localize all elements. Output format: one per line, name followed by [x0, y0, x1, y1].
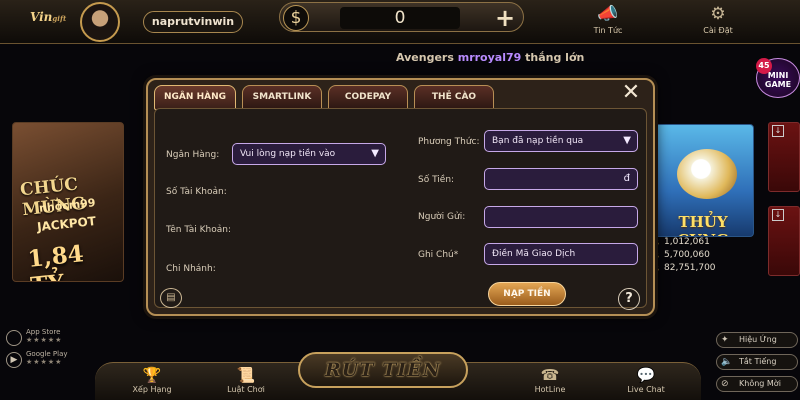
news-button[interactable]: 📣 Tin Tức	[578, 2, 638, 40]
jackpot-banner-tile[interactable]: CHÚC MỪNG nhocm99 JACKPOT 1,84 TỶ	[12, 122, 124, 282]
method-select[interactable]: Bạn đã nạp tiền qua ▼	[484, 130, 638, 152]
hotline-button[interactable]: ☎ HotLine	[515, 365, 585, 394]
add-funds-icon[interactable]: +	[492, 5, 518, 31]
mute-toggle[interactable]: 🔈 Tắt Tiếng	[716, 354, 798, 370]
bank-label: Ngân Hàng:	[166, 150, 220, 160]
download-icon[interactable]: ↓	[772, 125, 784, 137]
sparkle-icon: ✦	[721, 335, 729, 345]
tab-smartlink[interactable]: SMARTLINK	[242, 85, 322, 110]
tab-card[interactable]: THẺ CÀO	[414, 85, 494, 110]
bank-select[interactable]: Vui lòng nạp tiền vào ▼	[232, 143, 386, 165]
account-number-label: Số Tài Khoản:	[166, 187, 227, 197]
rules-icon: 📜	[236, 366, 256, 384]
sender-label: Người Gửi:	[418, 212, 466, 222]
play-icon: ▶	[6, 352, 22, 368]
logo: Vingift	[30, 10, 67, 24]
dollar-icon: $	[283, 5, 309, 31]
game-tile-side[interactable]: ↓	[768, 206, 800, 276]
winner-marquee: Avengers mrroyal79 thắng lớn	[396, 51, 585, 64]
tab-codepay[interactable]: CODEPAY	[328, 85, 408, 110]
trophy-icon: 🏆	[142, 366, 162, 384]
gear-icon: ⚙	[710, 4, 726, 24]
branch-label: Chi Nhánh:	[166, 264, 216, 274]
chevron-down-icon: ▼	[623, 135, 631, 146]
block-icon: ⊘	[721, 379, 729, 389]
mini-game-badge: 45	[756, 58, 772, 74]
amount-label: Số Tiền:	[418, 175, 455, 185]
game-tile-side[interactable]: ↓	[768, 122, 800, 192]
help-icon[interactable]: ?	[618, 288, 640, 310]
jackpot-row: $1,012,061	[654, 237, 710, 247]
note-input[interactable]: Điền Mã Giao Dịch	[484, 243, 638, 265]
no-invite-toggle[interactable]: ⊘ Không Mời	[716, 376, 798, 392]
sender-input[interactable]	[484, 206, 638, 228]
game-tile-thuy-cung[interactable]: THỦY CUNG	[652, 124, 754, 237]
deposit-button[interactable]: NẠP TIỀN	[488, 282, 566, 306]
megaphone-icon: 📣	[597, 4, 619, 24]
jackpot-list: $1,012,061 $5,700,060 $82,751,700	[652, 237, 754, 277]
note-label: Ghi Chú*	[418, 250, 459, 260]
history-icon[interactable]: ▤	[160, 288, 182, 308]
jackpot-row: $82,751,700	[654, 263, 716, 273]
fish-icon	[677, 149, 737, 199]
settings-button[interactable]: ⚙ Cài Đặt	[688, 2, 748, 40]
livechat-button[interactable]: 💬 Live Chat	[611, 365, 681, 394]
rules-button[interactable]: 📜 Luật Chơi	[211, 365, 281, 394]
method-label: Phương Thức:	[418, 137, 480, 147]
tab-bank[interactable]: NGÂN HÀNG	[154, 85, 236, 110]
deposit-dialog: NGÂN HÀNG SMARTLINK CODEPAY THẺ CÀO ✕ Ng…	[146, 78, 655, 316]
account-name-label: Tên Tài Khoản:	[166, 225, 232, 235]
download-icon[interactable]: ↓	[772, 209, 784, 221]
top-bar: Vingift naprutvinwin $ 0 + 📣 Tin Tức ⚙ C…	[0, 0, 800, 44]
apple-icon	[6, 330, 22, 346]
username-display[interactable]: naprutvinwin	[143, 11, 243, 33]
speaker-icon: 🔈	[721, 357, 733, 367]
avatar[interactable]	[80, 2, 120, 42]
balance-box: $ 0 +	[279, 2, 524, 32]
close-icon[interactable]: ✕	[616, 82, 646, 104]
jackpot-row: $5,700,060	[654, 250, 710, 260]
withdraw-button[interactable]: RÚT TIỀN	[298, 352, 468, 388]
chevron-down-icon: ▼	[371, 148, 379, 159]
app-store-link[interactable]: App Store ★★★★★	[4, 328, 84, 348]
rank-button[interactable]: 🏆 Xếp Hạng	[117, 365, 187, 394]
google-play-link[interactable]: ▶ Google Play ★★★★★	[4, 350, 84, 370]
phone-icon: ☎	[540, 366, 560, 384]
effects-toggle[interactable]: ✦ Hiệu Ứng	[716, 332, 798, 348]
chat-icon: 💬	[636, 366, 656, 384]
amount-input[interactable]: đ	[484, 168, 638, 190]
balance-value: 0	[340, 7, 460, 29]
